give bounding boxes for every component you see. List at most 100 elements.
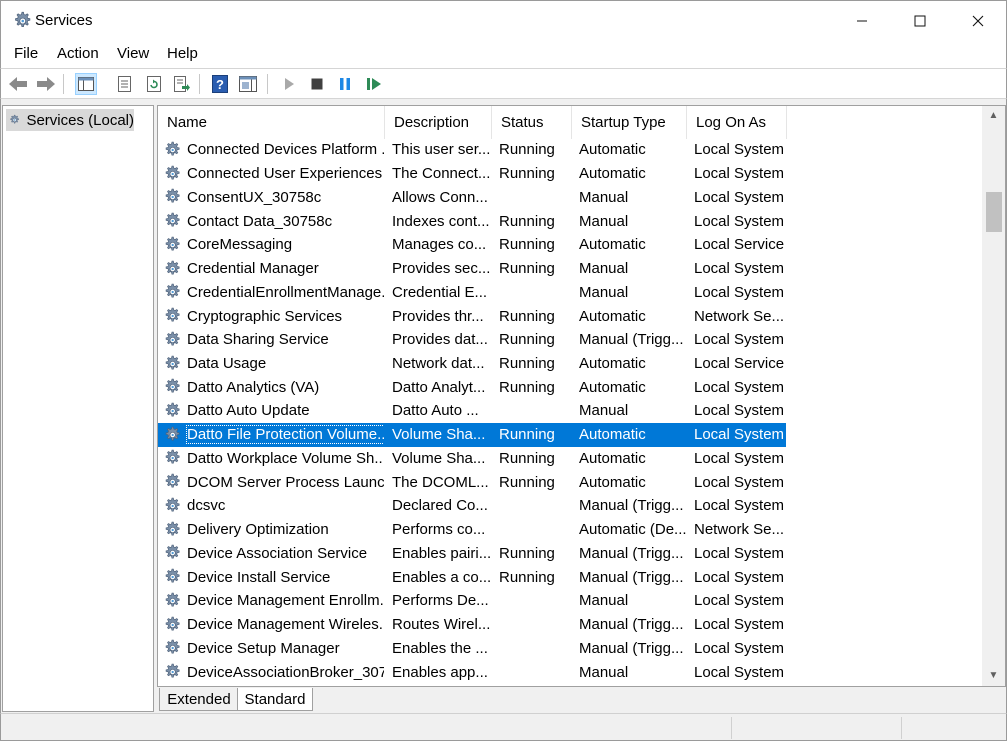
service-status <box>499 637 571 661</box>
table-row[interactable]: dcsvc Declared Co... Manual (Trigg... Local… <box>158 494 786 518</box>
refresh-button[interactable] <box>143 73 165 95</box>
tab-extended[interactable]: Extended <box>159 688 239 711</box>
table-row[interactable]: ConsentUX_30758c Allows Conn... Manual Loca… <box>158 185 786 209</box>
table-row[interactable]: Device Install Service Enables a co... Run… <box>158 565 786 589</box>
table-row[interactable]: Connected Devices Platform ... This user … <box>158 138 786 162</box>
table-row[interactable]: CoreMessaging Manages co... Running Automat… <box>158 233 786 257</box>
service-gear-icon <box>162 662 182 682</box>
service-gear-icon <box>162 187 182 207</box>
column-header-description[interactable]: Description <box>385 106 492 139</box>
forward-button[interactable] <box>35 73 57 95</box>
pause-service-button[interactable] <box>334 73 356 95</box>
menu-action[interactable]: Action <box>57 45 99 62</box>
export-list-button[interactable] <box>171 73 193 95</box>
service-status: Running <box>499 331 555 349</box>
table-row[interactable]: Contact Data_30758c Indexes cont... Runnin… <box>158 209 786 233</box>
column-header-startup-type[interactable]: Startup Type <box>572 106 687 139</box>
tab-standard[interactable]: Standard <box>237 688 313 711</box>
table-row[interactable]: CredentialEnrollmentManage... Credential … <box>158 280 786 304</box>
show-action-pane-icon <box>239 76 257 92</box>
column-header-name[interactable]: Name ˆ <box>158 106 385 139</box>
service-log-on-as: Local System <box>694 331 785 349</box>
service-startup-type: Manual (Trigg... <box>579 568 684 586</box>
table-row[interactable]: Datto Analytics (VA) Datto Analyt... Runni… <box>158 375 786 399</box>
minimize-button[interactable] <box>833 1 891 41</box>
service-status: Running <box>499 141 555 159</box>
table-row[interactable]: Data Usage Network dat... Running Automatic… <box>158 352 786 376</box>
vertical-scrollbar[interactable]: ▲ ▼ <box>982 106 1005 686</box>
service-description: The DCOML... <box>392 473 489 491</box>
table-row[interactable]: Device Management Enrollm... Performs De.… <box>158 589 786 613</box>
help-button[interactable]: ? <box>209 73 231 95</box>
maximize-button[interactable] <box>891 1 949 41</box>
service-gear-icon <box>162 330 182 350</box>
service-description: Indexes cont... <box>392 212 490 230</box>
service-name-cell: Datto Workplace Volume Sh... <box>162 447 384 471</box>
table-row[interactable]: Data Sharing Service Provides dat... Runni… <box>158 328 786 352</box>
tree-item-label: Services (Local) <box>26 111 134 129</box>
table-row[interactable]: Cryptographic Services Provides thr... Run… <box>158 304 786 328</box>
table-row[interactable]: Device Association Service Enables pairi.… <box>158 542 786 566</box>
service-gear-icon <box>162 377 182 397</box>
back-button[interactable] <box>7 73 29 95</box>
column-header-log-on-as[interactable]: Log On As <box>687 106 787 139</box>
service-startup-type: Automatic (De... <box>579 521 687 539</box>
table-row[interactable]: Device Management Wireles... Routes Wirel… <box>158 613 786 637</box>
table-row[interactable]: Datto Workplace Volume Sh... Volume Sha..… <box>158 447 786 471</box>
service-startup-type: Manual <box>579 212 629 230</box>
service-name-cell: Device Management Enrollm... <box>162 589 384 613</box>
service-description: Enables pairi... <box>392 544 492 562</box>
menu-view[interactable]: View <box>117 45 149 62</box>
service-status: Running <box>499 355 555 372</box>
table-row[interactable]: Delivery Optimization Performs co... Autom… <box>158 518 786 542</box>
service-gear-icon <box>162 306 182 326</box>
scroll-up-arrow-icon[interactable]: ▲ <box>982 106 1005 124</box>
service-log-on-as: Local System <box>694 283 785 301</box>
tree-item-services-local[interactable]: Services (Local) <box>6 109 134 131</box>
properties-button[interactable] <box>113 73 135 95</box>
service-name: DCOM Server Process Launcher <box>187 473 384 491</box>
service-gear-icon <box>162 496 182 516</box>
service-name: Device Association Service <box>187 544 368 562</box>
service-startup-type: Automatic <box>579 141 646 159</box>
table-row[interactable]: DCOM Server Process Launcher The DCOML...… <box>158 470 786 494</box>
show-hide-console-tree-button[interactable] <box>75 73 97 95</box>
service-startup-type: Manual <box>579 592 629 610</box>
service-status: Running <box>499 260 555 278</box>
service-status: Running <box>499 236 555 254</box>
show-action-pane-button[interactable] <box>237 73 259 95</box>
service-gear-icon <box>162 543 182 563</box>
service-log-on-as: Network Se... <box>694 307 785 325</box>
table-row[interactable]: Datto File Protection Volume... Volume Sh… <box>158 422 786 447</box>
table-row[interactable]: Datto Auto Update Datto Auto ... Manual Loc… <box>158 399 786 423</box>
stop-service-button[interactable] <box>306 73 328 95</box>
service-gear-icon <box>162 448 182 468</box>
table-row[interactable]: Connected User Experiences ... The Connec… <box>158 162 786 186</box>
service-status: Running <box>499 165 555 183</box>
scroll-down-arrow-icon[interactable]: ▼ <box>982 666 1005 684</box>
menu-file[interactable]: File <box>14 45 38 62</box>
services-list: Name ˆ Description Status Startup Type L… <box>157 105 1006 687</box>
menu-help[interactable]: Help <box>167 45 198 62</box>
service-gear-icon <box>162 615 182 635</box>
service-log-on-as: Local System <box>694 426 785 444</box>
service-description: Provides thr... <box>392 307 484 325</box>
table-row[interactable]: DeviceAssociationBroker_307... Enables ap… <box>158 660 786 684</box>
restart-service-button[interactable] <box>363 73 385 95</box>
service-startup-type: Manual <box>579 188 629 206</box>
close-button[interactable] <box>949 1 1007 41</box>
export-list-icon <box>174 76 190 92</box>
start-service-button[interactable] <box>278 73 300 95</box>
service-name-cell: Datto Analytics (VA) <box>162 375 384 399</box>
scroll-thumb[interactable] <box>986 192 1002 232</box>
service-log-on-as: Local System <box>694 568 785 586</box>
column-header-status[interactable]: Status <box>492 106 572 139</box>
service-startup-type: Manual (Trigg... <box>579 639 684 657</box>
service-description: Credential E... <box>392 283 488 301</box>
service-startup-type: Automatic <box>579 355 646 372</box>
service-name: Delivery Optimization <box>187 521 329 539</box>
table-row[interactable]: Device Setup Manager Enables the ... Manua… <box>158 637 786 661</box>
table-row[interactable]: Credential Manager Provides sec... Running… <box>158 257 786 281</box>
service-name: DeviceAssociationBroker_307... <box>187 663 384 681</box>
service-status <box>499 280 571 304</box>
